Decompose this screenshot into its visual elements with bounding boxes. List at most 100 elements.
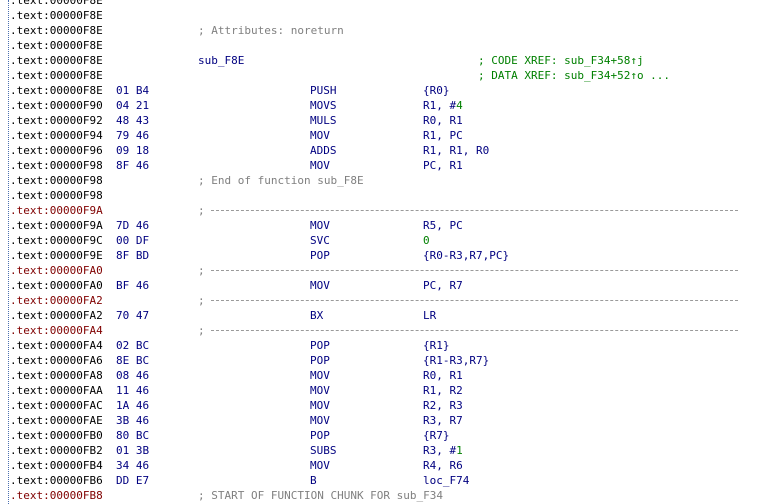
operands[interactable]: {R1} xyxy=(423,338,450,353)
disasm-line[interactable]: .text:00000FA2; xyxy=(0,293,760,308)
address: .text:00000F9A xyxy=(10,204,103,217)
operand-text: R2, R3 xyxy=(423,399,463,412)
address: .text:00000FA8 xyxy=(10,369,103,382)
operand-text: R0, R1 xyxy=(423,114,463,127)
disasm-line[interactable]: .text:00000FAC 1A 46 MOV R2, R3 xyxy=(0,398,760,413)
operand-text: LR xyxy=(423,309,437,322)
operands[interactable]: R1, R1, R0 xyxy=(423,143,489,158)
opcode-bytes: 11 46 xyxy=(116,384,150,397)
address: .text:00000F8E xyxy=(10,0,103,7)
disasm-line[interactable]: .text:00000F8E xyxy=(0,8,760,23)
operand-text: R4, R6 xyxy=(423,459,463,472)
disasm-line[interactable]: .text:00000F96 09 18 ADDS R1, R1, R0 xyxy=(0,143,760,158)
operands[interactable]: LR xyxy=(423,308,436,323)
separator-comment: ; START OF FUNCTION CHUNK FOR sub_F34 xyxy=(198,489,444,502)
disasm-line[interactable]: .text:00000F9A 7D 46 MOV R5, PC xyxy=(0,218,760,233)
disasm-line[interactable]: .text:00000FA0 BF 46 MOV PC, R7 xyxy=(0,278,760,293)
address: .text:00000FB0 xyxy=(10,429,103,442)
disasm-line[interactable]: .text:00000F9C 00 DF SVC 0 xyxy=(0,233,760,248)
operand-text: R1, PC xyxy=(423,129,463,142)
operands[interactable]: {R0} xyxy=(423,83,450,98)
function-label[interactable]: sub_F8E xyxy=(198,53,244,68)
disasm-line[interactable]: .text:00000F8E ; DATA XREF: sub_F34+52↑o … xyxy=(0,68,760,83)
address: .text:00000F9A xyxy=(10,219,103,232)
mnemonic: ADDS xyxy=(310,144,337,157)
operand-text: {R1-R3,R7} xyxy=(423,354,490,367)
disasm-line[interactable]: .text:00000FB8 ; START OF FUNCTION CHUNK … xyxy=(0,488,760,503)
opcode-bytes: 01 3B xyxy=(116,444,150,457)
disasm-line[interactable]: .text:00000FA8 08 46 MOV R0, R1 xyxy=(0,368,760,383)
disasm-line[interactable]: .text:00000F8E sub_F8E ; CODE XREF: sub_F3… xyxy=(0,53,760,68)
disasm-line[interactable]: .text:00000FAA 11 46 MOV R1, R2 xyxy=(0,383,760,398)
opcode-bytes: 09 18 xyxy=(116,144,150,157)
separator-line xyxy=(211,270,738,271)
disasm-line[interactable]: .text:00000F9E 8F BD POP {R0-R3,R7,PC} xyxy=(0,248,760,263)
mnemonic: MOV xyxy=(310,129,330,142)
operand-text: R0, R1 xyxy=(423,369,463,382)
operands[interactable]: R4, R6 xyxy=(423,458,463,473)
address: .text:00000FA6 xyxy=(10,354,103,367)
disasm-line[interactable]: .text:00000FB0 80 BC POP {R7} xyxy=(0,428,760,443)
address: .text:00000FB8 xyxy=(10,489,103,502)
operands[interactable]: {R0-R3,R7,PC} xyxy=(423,248,509,263)
disasm-line[interactable]: .text:00000F92 48 43 MULS R0, R1 xyxy=(0,113,760,128)
disasm-line[interactable]: .text:00000FB2 01 3B SUBS R3, #1 xyxy=(0,443,760,458)
disasm-line[interactable]: .text:00000F8E xyxy=(0,38,760,53)
disasm-line[interactable]: .text:00000F8E xyxy=(0,0,760,8)
disasm-line[interactable]: .text:00000F90 04 21 MOVS R1, #4 xyxy=(0,98,760,113)
opcode-bytes: 1A 46 xyxy=(116,399,150,412)
opcode-bytes: 79 46 xyxy=(116,129,150,142)
operands[interactable]: R0, R1 xyxy=(423,368,463,383)
disasm-line[interactable]: .text:00000FAE 3B 46 MOV R3, R7 xyxy=(0,413,760,428)
disasm-line[interactable]: .text:00000F94 79 46 MOV R1, PC xyxy=(0,128,760,143)
mnemonic: B xyxy=(310,474,317,487)
operands[interactable]: R0, R1 xyxy=(423,113,463,128)
disasm-line[interactable]: .text:00000FA0; xyxy=(0,263,760,278)
operands[interactable]: PC, R1 xyxy=(423,158,463,173)
disassembly-view[interactable]: .text:00000F8E .text:00000F8E .text:00000F… xyxy=(0,0,760,504)
operand-text: {R1} xyxy=(423,339,450,352)
operand-text: {R7} xyxy=(423,429,450,442)
disasm-line[interactable]: .text:00000F8E 01 B4 PUSH {R0} xyxy=(0,83,760,98)
operands[interactable]: {R1-R3,R7} xyxy=(423,353,489,368)
operands[interactable]: R2, R3 xyxy=(423,398,463,413)
disasm-line[interactable]: .text:00000FA4; xyxy=(0,323,760,338)
disasm-line[interactable]: .text:00000FA6 8E BC POP {R1-R3,R7} xyxy=(0,353,760,368)
operands[interactable]: PC, R7 xyxy=(423,278,463,293)
separator-line xyxy=(211,300,738,301)
immediate-value: 4 xyxy=(456,99,463,112)
disassembly-listing[interactable]: .text:00000F8E .text:00000F8E .text:00000F… xyxy=(0,0,760,503)
address: .text:00000FA0 xyxy=(10,264,103,277)
opcode-bytes: 3B 46 xyxy=(116,414,150,427)
opcode-bytes: 01 B4 xyxy=(116,84,150,97)
operand-text: loc_F74 xyxy=(423,474,470,487)
address: .text:00000FB6 xyxy=(10,474,103,487)
mnemonic: POP xyxy=(310,339,330,352)
disasm-line[interactable]: .text:00000F98 xyxy=(0,188,760,203)
disasm-line[interactable]: .text:00000FB4 34 46 MOV R4, R6 xyxy=(0,458,760,473)
operands[interactable]: R5, PC xyxy=(423,218,463,233)
disasm-line[interactable]: .text:00000F9A; xyxy=(0,203,760,218)
operands[interactable]: 0 xyxy=(423,233,430,248)
operands[interactable]: R1, R2 xyxy=(423,383,463,398)
operands[interactable]: R3, #1 xyxy=(423,443,463,458)
address: .text:00000F98 xyxy=(10,189,103,202)
operands[interactable]: R3, R7 xyxy=(423,413,463,428)
address: .text:00000FB2 xyxy=(10,444,103,457)
address: .text:00000F98 xyxy=(10,174,103,187)
opcode-bytes: DD E7 xyxy=(116,474,150,487)
disasm-line[interactable]: .text:00000F98 8F 46 MOV PC, R1 xyxy=(0,158,760,173)
operands[interactable]: loc_F74 xyxy=(423,473,469,488)
disasm-line[interactable]: .text:00000FA2 70 47 BX LR xyxy=(0,308,760,323)
disasm-line[interactable]: .text:00000FA4 02 BC POP {R1} xyxy=(0,338,760,353)
operands[interactable]: R1, #4 xyxy=(423,98,463,113)
operands[interactable]: R1, PC xyxy=(423,128,463,143)
disasm-line[interactable]: .text:00000F8E ; Attributes: noreturn xyxy=(0,23,760,38)
disasm-line[interactable]: .text:00000FB6 DD E7 Bloc_F74 xyxy=(0,473,760,488)
operand-text: {R0-R3,R7,PC} xyxy=(423,249,510,262)
mnemonic: MOVS xyxy=(310,99,337,112)
mnemonic: MOV xyxy=(310,414,330,427)
mnemonic: MULS xyxy=(310,114,337,127)
operands[interactable]: {R7} xyxy=(423,428,450,443)
disasm-line[interactable]: .text:00000F98 ; End of function sub_F8E xyxy=(0,173,760,188)
